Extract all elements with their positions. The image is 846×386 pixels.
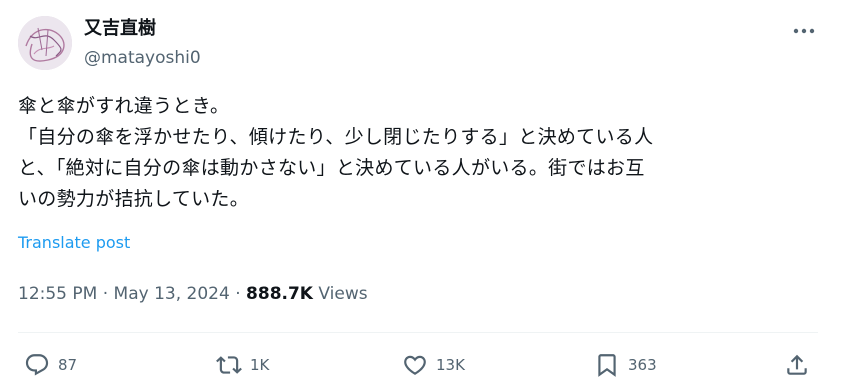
views-count: 888.7K: [246, 284, 313, 304]
avatar-image: [18, 16, 72, 70]
bookmark-icon: [598, 354, 616, 377]
tweet-text: 傘と傘がすれ違うとき。 「自分の傘を浮かせたり、傾けたり、少し閉じたりする」と決…: [18, 91, 834, 215]
tweet-line: 傘と傘がすれ違うとき。: [18, 95, 230, 117]
share-button[interactable]: [784, 350, 810, 380]
like-count: 13K: [436, 356, 465, 374]
reply-icon: [25, 354, 49, 376]
more-button[interactable]: [786, 18, 822, 44]
bookmark-button[interactable]: 363: [594, 350, 657, 380]
views-label: Views: [318, 284, 368, 304]
tweet-line: いの勢力が拮抗していた。: [18, 188, 250, 210]
tweet-line: と、「絶対に自分の傘は動かさない」と決めている人がいる。街ではお互: [18, 157, 645, 179]
avatar[interactable]: [18, 16, 72, 70]
like-button[interactable]: 13K: [402, 350, 465, 380]
display-name[interactable]: 又吉直樹: [84, 17, 156, 41]
repost-count: 1K: [250, 356, 270, 374]
bookmark-count: 363: [628, 356, 657, 374]
like-icon: [404, 355, 426, 375]
tweet-time[interactable]: 12:55 PM: [18, 284, 97, 304]
tweet-date[interactable]: May 13, 2024: [114, 284, 230, 304]
tweet-line: 「自分の傘を浮かせたり、傾けたり、少し閉じたりする」と決めている人: [18, 126, 654, 148]
reply-button[interactable]: 87: [24, 350, 77, 380]
repost-button[interactable]: 1K: [216, 350, 269, 380]
reply-count: 87: [58, 356, 78, 374]
divider: [18, 332, 818, 333]
share-icon: [787, 354, 807, 375]
translate-post-link[interactable]: Translate post: [18, 232, 130, 254]
repost-icon: [216, 356, 242, 374]
meta-separator: ·: [102, 284, 109, 304]
more-icon: [793, 28, 815, 34]
tweet-meta: 12:55 PM · May 13, 2024 · 888.7K Views: [18, 282, 368, 306]
meta-separator: ·: [235, 284, 241, 304]
user-handle[interactable]: @matayoshi0: [84, 46, 201, 70]
